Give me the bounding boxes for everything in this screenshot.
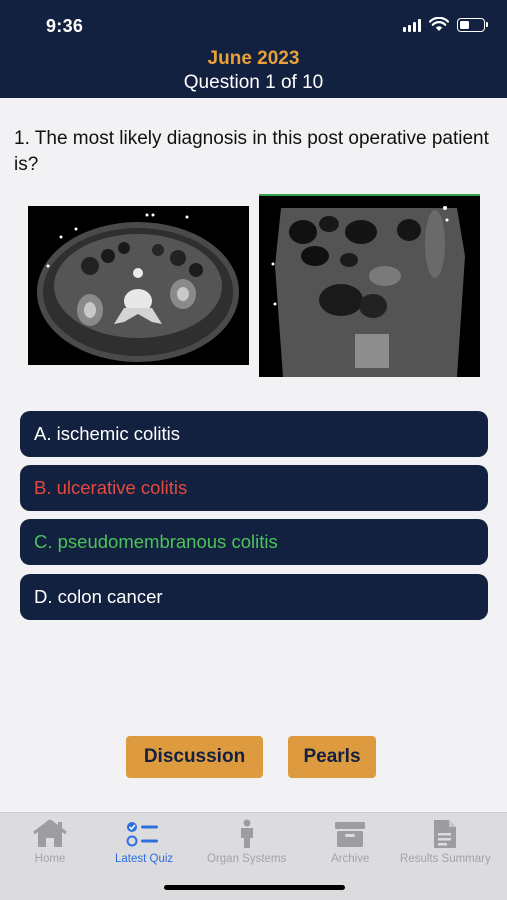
archive-box-icon [335, 822, 366, 847]
status-time: 9:36 [46, 16, 84, 36]
battery-icon [457, 17, 488, 32]
status-icons [403, 17, 488, 32]
home-indicator[interactable] [164, 885, 345, 890]
document-icon [434, 820, 457, 848]
quiz-month-title: June 2023 [207, 48, 300, 69]
answer-option-d[interactable]: D. colon cancer [20, 574, 488, 620]
pearls-button[interactable]: Pearls [288, 736, 376, 778]
question-text: 1. The most likely diagnosis in this pos… [14, 128, 489, 175]
wifi-icon [429, 17, 449, 31]
person-icon [240, 819, 253, 848]
answer-option-b[interactable]: B. ulcerative colitis [20, 465, 488, 511]
tab-home[interactable]: Home [32, 819, 68, 865]
cellular-signal-icon [403, 18, 421, 32]
tab-organ-systems-label: Organ Systems [207, 853, 287, 865]
tab-latest-quiz[interactable]: Latest Quiz [115, 819, 173, 865]
tab-results-summary[interactable]: Results Summary [400, 819, 491, 865]
tab-latest-quiz-label: Latest Quiz [115, 853, 174, 865]
discussion-button[interactable]: Discussion [126, 736, 263, 778]
tab-archive[interactable]: Archive [331, 819, 369, 865]
answer-option-c[interactable]: C. pseudomembranous colitis [20, 519, 488, 565]
home-icon [33, 819, 67, 847]
ct-coronal-image[interactable] [259, 194, 480, 377]
ct-axial-image[interactable] [28, 206, 249, 365]
question-counter: Question 1 of 10 [183, 72, 324, 93]
checklist-icon [126, 822, 159, 847]
tab-results-summary-label: Results Summary [400, 853, 491, 865]
tab-archive-label: Archive [331, 853, 370, 865]
tab-organ-systems[interactable]: Organ Systems [207, 819, 286, 865]
tab-home-label: Home [34, 853, 66, 865]
quiz-header: 9:36 June 2023 Question 1 of 10 [0, 0, 507, 98]
answer-option-a[interactable]: A. ischemic colitis [20, 411, 488, 457]
